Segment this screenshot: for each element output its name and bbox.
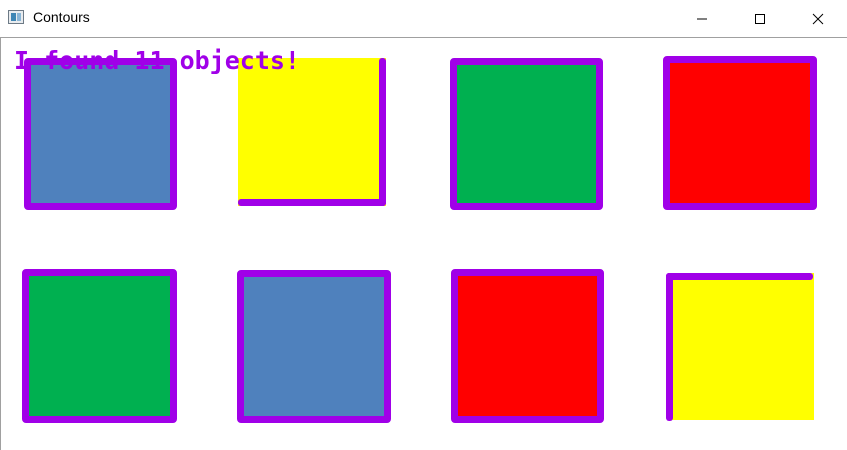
yellow-square	[238, 58, 386, 206]
detection-result-text: I found 11 objects!	[14, 46, 300, 75]
partial-contour-bottom	[238, 199, 386, 206]
window-title: Contours	[33, 9, 90, 25]
partial-contour-right	[379, 58, 386, 206]
minimize-icon	[697, 18, 707, 19]
yellow-square	[668, 273, 814, 420]
window-app-icon	[8, 10, 24, 24]
title-bar[interactable]: Contours	[0, 0, 847, 38]
image-canvas: I found 11 objects!	[0, 38, 847, 450]
close-icon	[812, 13, 824, 24]
minimize-button[interactable]	[673, 0, 731, 37]
partial-contour-top	[666, 273, 813, 280]
maximize-button[interactable]	[731, 0, 789, 37]
maximize-icon	[755, 13, 765, 24]
green-square-contour	[22, 269, 177, 423]
blue-square-contour	[237, 270, 391, 423]
red-square-contour	[663, 56, 817, 210]
green-square-contour	[450, 58, 603, 210]
red-square-contour	[451, 269, 604, 423]
partial-contour-left	[666, 273, 673, 421]
blue-square-contour	[24, 58, 177, 210]
close-button[interactable]	[789, 0, 847, 37]
